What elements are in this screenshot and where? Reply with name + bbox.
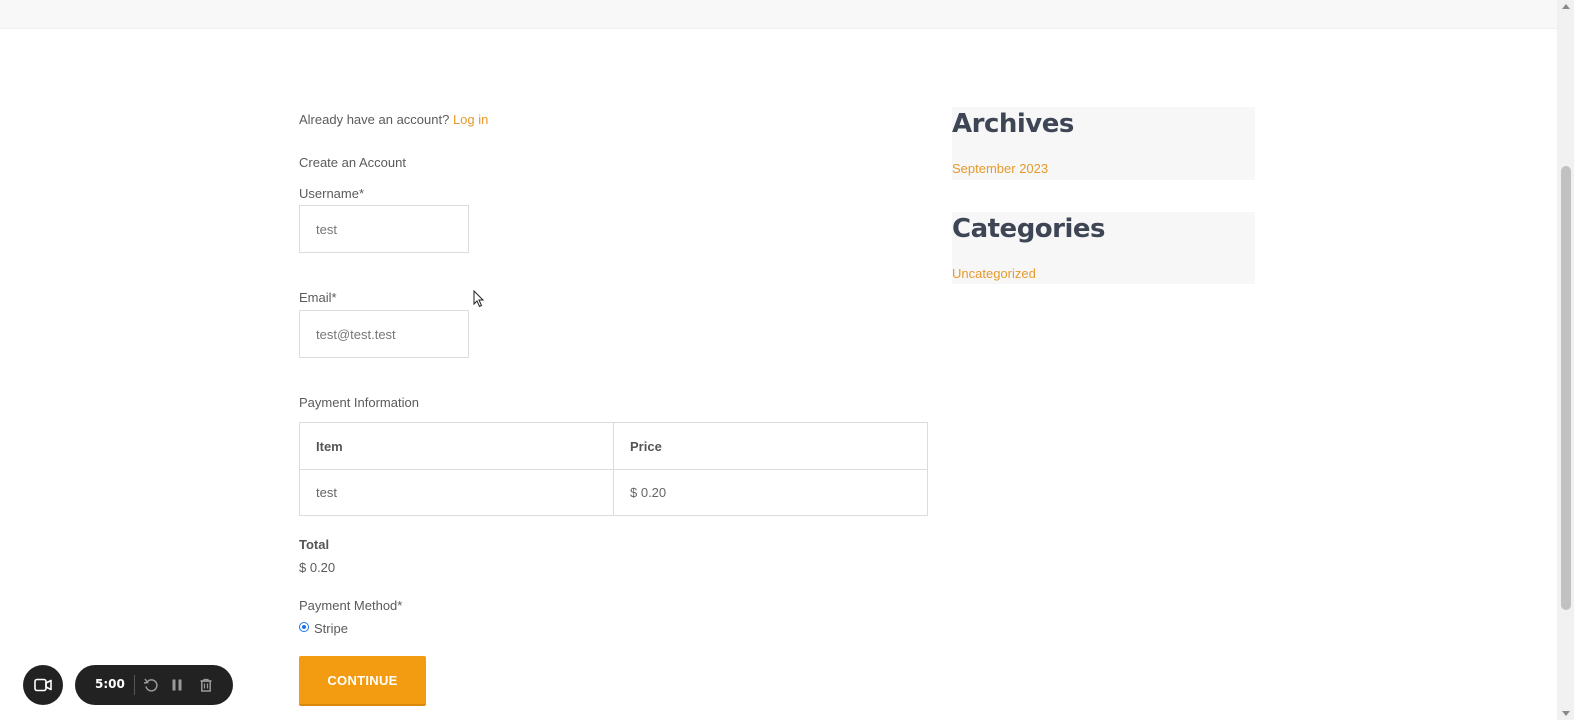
- payment-table: Item Price test $ 0.20: [299, 422, 928, 516]
- email-input[interactable]: [299, 310, 469, 358]
- scrollbar-thumb[interactable]: [1561, 166, 1571, 610]
- email-label: Email*: [299, 290, 337, 305]
- table-cell-item-link[interactable]: test: [316, 485, 337, 500]
- archive-link-september-2023[interactable]: September 2023: [952, 161, 1048, 176]
- stripe-radio-label[interactable]: Stripe: [314, 621, 348, 636]
- continue-button[interactable]: CONTINUE: [299, 656, 426, 706]
- top-header-bar: [0, 0, 1557, 29]
- recorder-controls: 5:00: [75, 665, 233, 705]
- categories-widget: Categories Uncategorized: [952, 212, 1255, 284]
- page-scrollbar[interactable]: [1557, 0, 1574, 720]
- table-header-price: Price: [630, 439, 662, 454]
- category-link-uncategorized[interactable]: Uncategorized: [952, 266, 1036, 281]
- mouse-cursor-icon: [473, 290, 485, 308]
- trash-icon[interactable]: [196, 675, 216, 695]
- archives-widget: Archives September 2023: [952, 107, 1255, 180]
- video-camera-button[interactable]: [23, 665, 63, 705]
- radio-selected-dot: [302, 625, 306, 629]
- categories-title: Categories: [952, 214, 1106, 244]
- archives-title: Archives: [952, 109, 1074, 139]
- table-cell-price: $ 0.20: [630, 485, 667, 500]
- login-prompt: Already have an account? Log in: [299, 112, 488, 127]
- table-row-divider: [300, 469, 927, 470]
- login-link[interactable]: Log in: [453, 112, 488, 127]
- username-input[interactable]: [299, 205, 469, 253]
- video-camera-icon: [34, 678, 52, 692]
- stripe-radio[interactable]: [299, 622, 309, 632]
- table-header-item: Item: [316, 439, 343, 454]
- create-account-heading: Create an Account: [299, 155, 406, 170]
- total-label: Total: [299, 537, 330, 552]
- scroll-down-arrow-icon[interactable]: [1562, 711, 1570, 716]
- login-prompt-text: Already have an account?: [299, 112, 450, 127]
- payment-method-label: Payment Method*: [299, 598, 403, 613]
- scroll-up-arrow-icon[interactable]: [1562, 4, 1570, 9]
- payment-information-heading: Payment Information: [299, 395, 419, 410]
- restart-icon[interactable]: [141, 675, 161, 695]
- pause-icon[interactable]: [167, 675, 187, 695]
- recorder-timer: 5:00: [95, 677, 125, 691]
- recorder-divider: [134, 675, 135, 695]
- username-label: Username*: [299, 186, 365, 201]
- total-value: $ 0.20: [299, 560, 336, 575]
